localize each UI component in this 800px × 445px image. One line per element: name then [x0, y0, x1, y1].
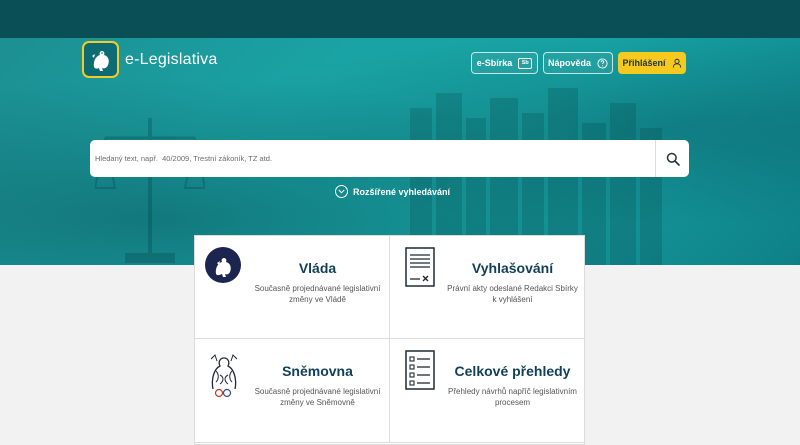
card-description: Současně projednávané legislativní změny…: [254, 284, 381, 304]
user-icon: [672, 58, 681, 68]
help-button[interactable]: Nápověda: [543, 52, 613, 74]
question-circle-icon: [597, 57, 608, 69]
e-sbirka-button[interactable]: e-Sbírka Sb: [471, 52, 538, 74]
sbirka-badge-icon: Sb: [518, 57, 533, 69]
card-vlada[interactable]: Vláda Současně projednávané legislativní…: [195, 236, 390, 339]
e-sbirka-label: e-Sbírka: [476, 58, 513, 68]
card-description: Přehledy návrhů napříč legislativním pro…: [448, 387, 577, 407]
document-sign-icon: [405, 247, 435, 287]
search-icon: [666, 152, 680, 166]
card-title: Sněmovna: [282, 363, 353, 379]
search-bar: [90, 140, 689, 177]
parliament-emblem-icon: [210, 354, 238, 398]
card-snemovna[interactable]: Sněmovna Současně projednávané legislati…: [195, 339, 390, 443]
search-input[interactable]: [90, 140, 655, 177]
advanced-search-toggle[interactable]: Rozšířené vyhledávání: [335, 185, 450, 198]
card-title: Vláda: [298, 260, 337, 276]
card-title: Vyhlašování: [471, 260, 554, 276]
app-title: e-Legislativa: [125, 50, 218, 68]
card-celkove-prehledy[interactable]: Celkové přehledy Přehledy návrhů napříč …: [390, 339, 585, 443]
justice-scale-decoration-icon: [95, 118, 205, 263]
chevron-down-icon: [335, 185, 348, 198]
top-bar: [0, 0, 800, 38]
card-vyhlasovani[interactable]: Vyhlašování Právní akty odeslané Redakci…: [390, 236, 585, 339]
card-description: Současně projednávané legislativní změny…: [254, 387, 381, 407]
login-label: Přihlášení: [622, 58, 666, 68]
card-title: Celkové přehledy: [454, 363, 571, 379]
app-logo[interactable]: e-Legislativa: [82, 41, 217, 78]
search-button[interactable]: [656, 140, 689, 177]
login-button[interactable]: Přihlášení: [618, 52, 686, 74]
card-description: Právní akty odeslané Redakci Sbírky k vy…: [447, 284, 578, 304]
lion-emblem-icon: [82, 41, 119, 78]
help-label: Nápověda: [547, 58, 591, 68]
checklist-icon: [405, 350, 435, 390]
advanced-search-label: Rozšířené vyhledávání: [353, 186, 451, 197]
government-emblem-icon: [205, 247, 241, 283]
section-cards-grid: Vláda Současně projednávané legislativní…: [194, 235, 585, 445]
